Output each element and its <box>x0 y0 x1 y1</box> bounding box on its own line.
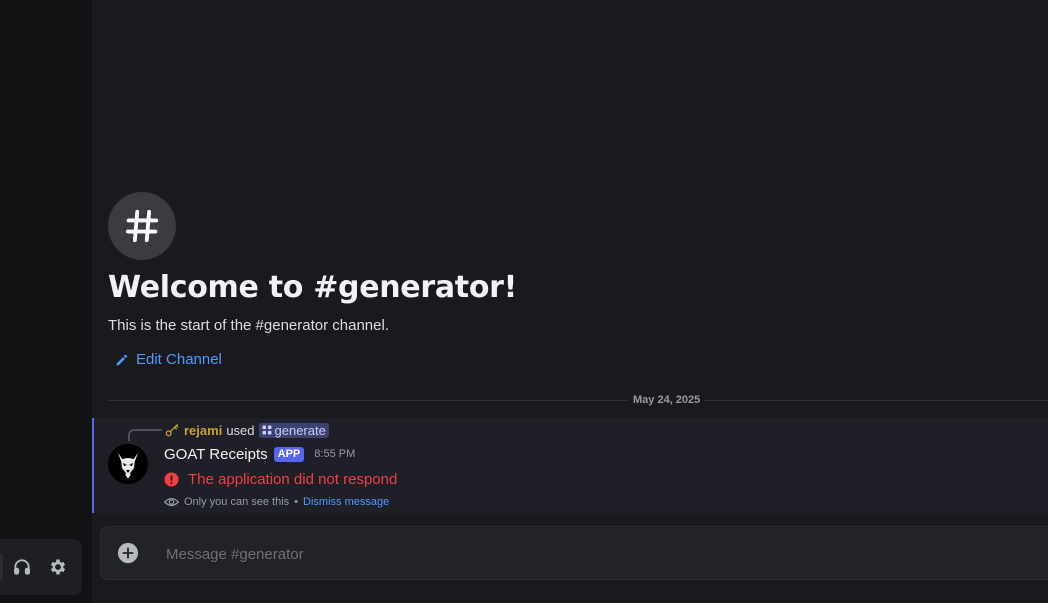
date-divider <box>108 400 1048 401</box>
error-text: The application did not respond <box>188 470 398 488</box>
ephemeral-notice: Only you can see this • Dismiss message <box>164 494 389 510</box>
app-window: Welcome to #generator! This is the start… <box>0 0 1048 603</box>
message-composer <box>100 526 1048 580</box>
user-panel <box>0 539 82 595</box>
message-error: The application did not respond <box>164 469 397 489</box>
goat-logo-icon <box>108 444 148 484</box>
reply-spine <box>128 429 162 441</box>
error-circle-icon <box>164 471 179 487</box>
hash-icon <box>125 209 159 243</box>
message-input[interactable] <box>164 541 968 567</box>
dismiss-message-link[interactable]: Dismiss message <box>303 496 389 508</box>
command-mention[interactable]: generate <box>258 422 329 438</box>
welcome-subtitle: This is the start of the #generator chan… <box>108 317 389 334</box>
message-header: GOAT Receipts APP 8:55 PM <box>164 444 355 464</box>
plus-circle-icon[interactable] <box>117 542 139 564</box>
highlight-bar <box>92 418 94 513</box>
gear-icon <box>50 559 66 575</box>
edit-channel-link[interactable]: Edit Channel <box>114 351 222 368</box>
avatar[interactable] <box>108 444 148 484</box>
command-reply-context: rejami used generate <box>164 421 329 439</box>
date-divider-label: May 24, 2025 <box>629 394 705 406</box>
author-name[interactable]: GOAT Receipts <box>164 446 268 463</box>
channel-hash-badge <box>108 192 176 260</box>
reply-username[interactable]: rejami <box>184 423 222 438</box>
pencil-icon <box>116 354 128 365</box>
message-item: rejami used generate GOAT Receipts APP 8… <box>92 418 1048 513</box>
left-sidebar <box>0 0 92 603</box>
eye-icon <box>164 497 179 507</box>
edit-channel-label: Edit Channel <box>136 351 222 368</box>
ephemeral-separator: • <box>294 496 299 508</box>
message-timestamp: 8:55 PM <box>314 448 356 460</box>
ephemeral-text: Only you can see this <box>184 496 290 508</box>
welcome-title: Welcome to #generator! <box>108 270 518 305</box>
user-settings-button[interactable] <box>46 555 70 579</box>
user-panel-edge <box>0 554 3 580</box>
headphones-icon <box>14 559 30 575</box>
chat-area: Welcome to #generator! This is the start… <box>92 0 1048 603</box>
app-command-icon <box>262 425 272 435</box>
key-icon <box>165 424 179 437</box>
reply-used-label: used <box>226 422 255 438</box>
command-name: generate <box>274 422 326 438</box>
deafen-button[interactable] <box>10 555 34 579</box>
app-badge: APP <box>273 446 305 462</box>
